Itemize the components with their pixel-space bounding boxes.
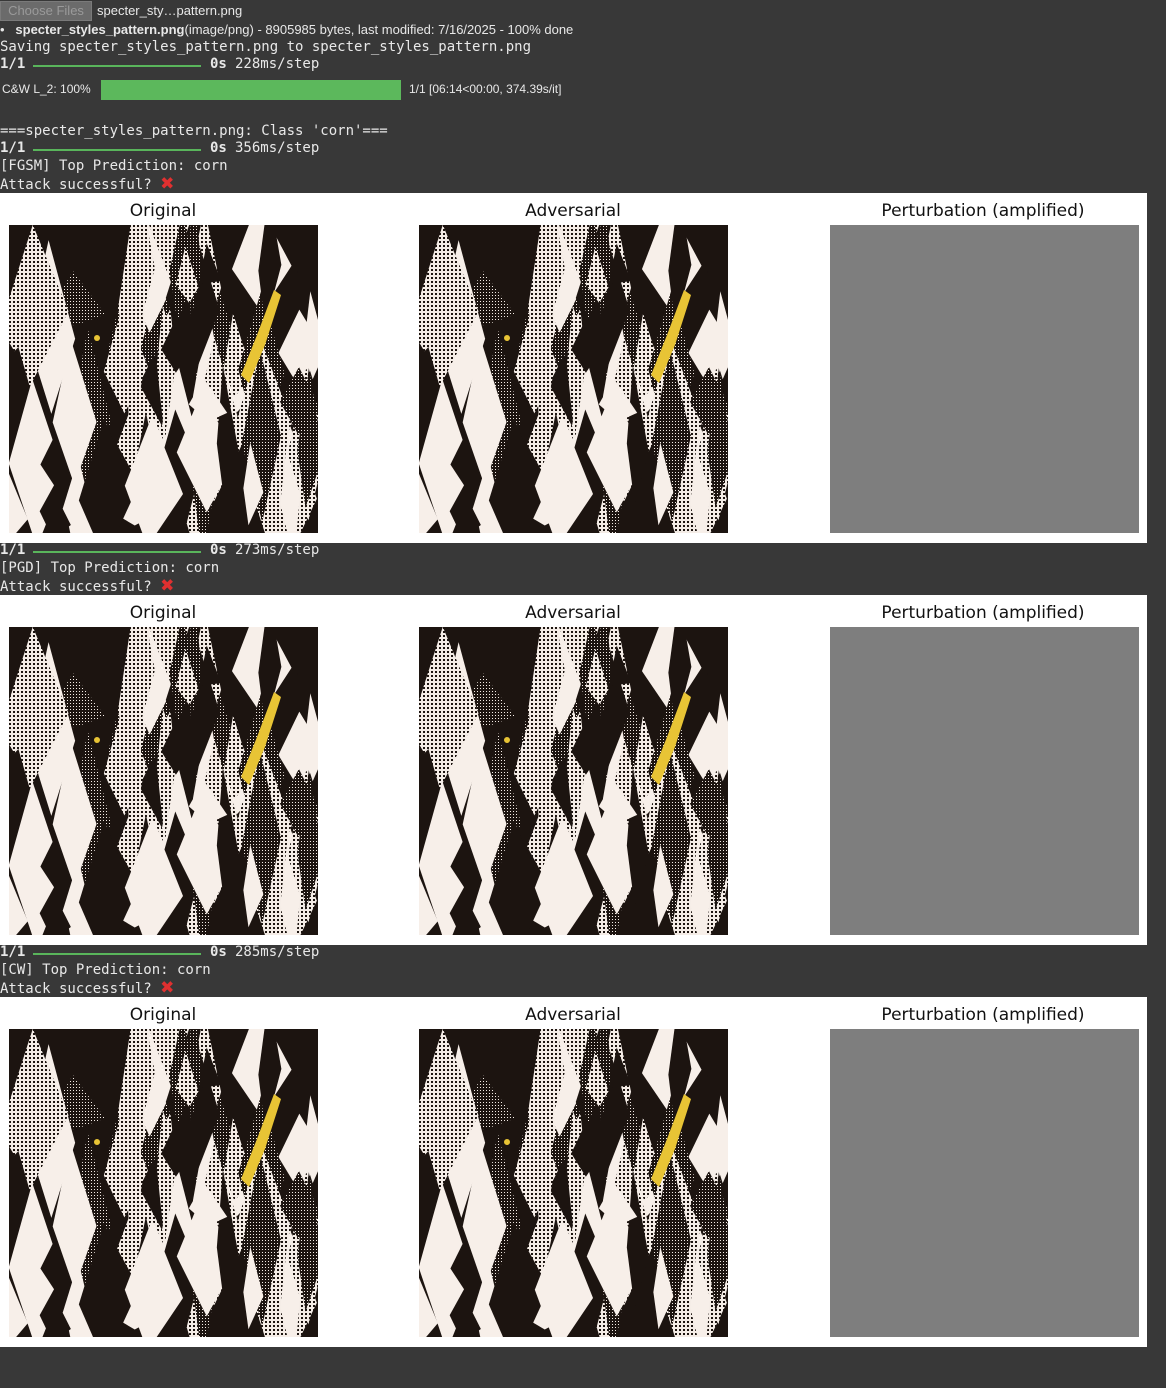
saving-message: Saving specter_styles_pattern.png to spe… [0, 39, 532, 55]
perturbation-image [830, 225, 1139, 533]
step-time: 0s [210, 944, 227, 960]
original-image [9, 1029, 318, 1337]
panel-title-adversarial: Adversarial [525, 201, 621, 221]
tqdm-stats: 1/1 [06:14<00:00, 374.39s/it] [409, 82, 562, 96]
fgsm-figure: Original Adversarial Perturbation (ampli… [0, 193, 1147, 543]
pgd-figure: Original Adversarial Perturbation (ampli… [0, 595, 1147, 945]
step-rate: 273ms/step [235, 542, 320, 558]
original-image [9, 627, 318, 935]
panel-title-perturbation: Perturbation (amplified) [881, 1005, 1085, 1025]
cw-prediction: [CW] Top Prediction: corn [0, 962, 211, 978]
step-time: 0s [210, 56, 227, 72]
x-mark-icon: ✖ [160, 978, 175, 998]
step-bar [33, 953, 201, 955]
step-bar [33, 551, 201, 553]
step-rate: 356ms/step [235, 140, 320, 156]
step-rate: 228ms/step [235, 56, 320, 72]
step-count: 1/1 [0, 140, 26, 156]
step-count: 1/1 [0, 944, 26, 960]
fgsm-prediction: [FGSM] Top Prediction: corn [0, 158, 228, 174]
pgd-prediction: [PGD] Top Prediction: corn [0, 560, 220, 576]
fgsm-attack-result: Attack successful? ✖ [0, 175, 174, 193]
perturbation-image [830, 1029, 1139, 1337]
tqdm-label: C&W L_2: 100% [2, 82, 91, 96]
attack-question: Attack successful? [0, 981, 161, 997]
file-bullet: • [0, 22, 5, 37]
x-mark-icon: ✖ [160, 576, 175, 596]
panel-title-perturbation: Perturbation (amplified) [881, 201, 1085, 221]
uploaded-file-info: • specter_styles_pattern.png(image/png) … [0, 22, 573, 37]
class-header: ===specter_styles_pattern.png: Class 'co… [0, 123, 388, 139]
step-bar [33, 149, 201, 151]
perturbation-image [830, 627, 1139, 935]
file-name: specter_styles_pattern.png [15, 22, 185, 37]
panel-title-original: Original [129, 201, 197, 221]
panel-title-adversarial: Adversarial [525, 1005, 621, 1025]
adversarial-image [419, 225, 728, 533]
panel-title-adversarial: Adversarial [525, 603, 621, 623]
tqdm-progress-fill [101, 80, 401, 100]
step-bar [33, 65, 201, 67]
attack-question: Attack successful? [0, 579, 161, 595]
pgd-attack-result: Attack successful? ✖ [0, 577, 174, 595]
adversarial-image [419, 1029, 728, 1337]
panel-title-perturbation: Perturbation (amplified) [881, 603, 1085, 623]
attack-question: Attack successful? [0, 177, 161, 193]
cw-figure: Original Adversarial Perturbation (ampli… [0, 997, 1147, 1347]
step-count: 1/1 [0, 542, 26, 558]
original-image [9, 225, 318, 533]
file-meta: (image/png) - 8905985 bytes, last modifi… [184, 22, 574, 37]
tqdm-progress-bar [101, 80, 401, 100]
step-time: 0s [210, 140, 227, 156]
panel-title-original: Original [129, 1005, 197, 1025]
cw-attack-result: Attack successful? ✖ [0, 979, 174, 997]
x-mark-icon: ✖ [160, 174, 175, 194]
panel-title-original: Original [129, 603, 197, 623]
step-rate: 285ms/step [235, 944, 320, 960]
step-count: 1/1 [0, 56, 26, 72]
step-time: 0s [210, 542, 227, 558]
chosen-file-name: specter_sty…pattern.png [97, 3, 243, 18]
adversarial-image [419, 627, 728, 935]
choose-files-button[interactable]: Choose Files [0, 1, 92, 21]
